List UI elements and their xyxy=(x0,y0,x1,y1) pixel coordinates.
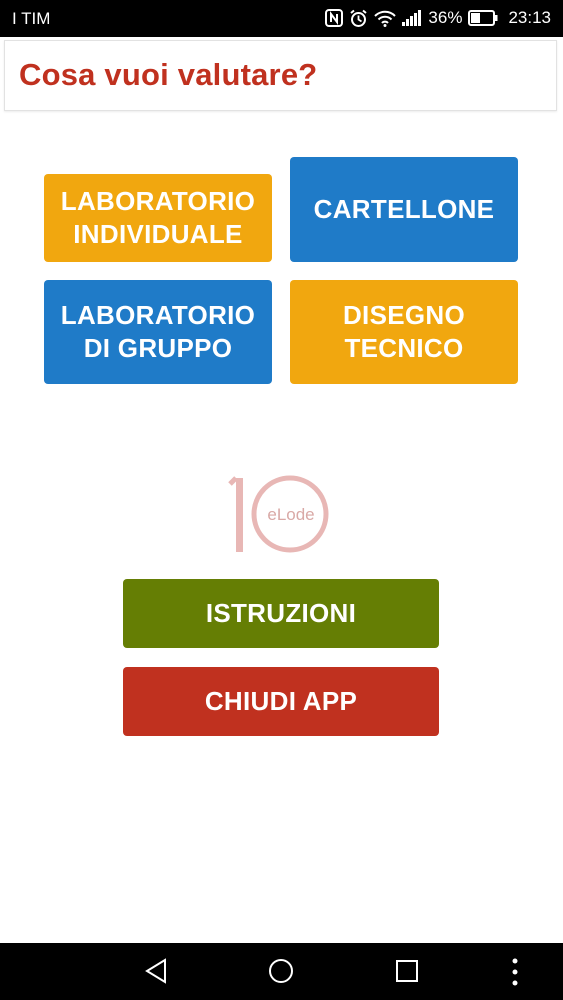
laboratorio-individuale-button[interactable]: LABORATORIO INDIVIDUALE xyxy=(44,174,272,262)
more-icon[interactable] xyxy=(508,957,522,992)
alarm-icon xyxy=(349,9,368,28)
nfc-icon xyxy=(325,9,344,27)
navigation-bar xyxy=(0,943,563,1000)
cartellone-button[interactable]: CARTELLONE xyxy=(290,157,518,262)
disegno-tecnico-button[interactable]: DISEGNO TECNICO xyxy=(290,280,518,384)
battery-percent: 36% xyxy=(428,8,463,27)
status-bar: I TIM 36% 23:13 xyxy=(0,0,563,37)
clock: 23:13 xyxy=(508,8,551,27)
status-icons: 36% 23:13 xyxy=(325,8,551,28)
wifi-icon xyxy=(374,10,397,27)
logo-one-stroke xyxy=(236,478,243,552)
recents-icon[interactable] xyxy=(393,957,421,990)
logo-text: eLode xyxy=(267,505,314,524)
battery-icon xyxy=(468,10,498,26)
home-icon[interactable] xyxy=(267,957,295,990)
signal-icon xyxy=(402,10,422,26)
laboratorio-di-gruppo-button[interactable]: LABORATORIO DI GRUPPO xyxy=(44,280,272,384)
header-card: Cosa vuoi valutare? xyxy=(4,40,557,111)
elode-logo: eLode xyxy=(226,472,336,558)
page-title: Cosa vuoi valutare? xyxy=(19,57,318,92)
back-icon[interactable] xyxy=(143,957,171,990)
istruzioni-button[interactable]: ISTRUZIONI xyxy=(123,579,439,648)
carrier-label: I TIM xyxy=(12,9,51,28)
chiudi-app-button[interactable]: CHIUDI APP xyxy=(123,667,439,736)
